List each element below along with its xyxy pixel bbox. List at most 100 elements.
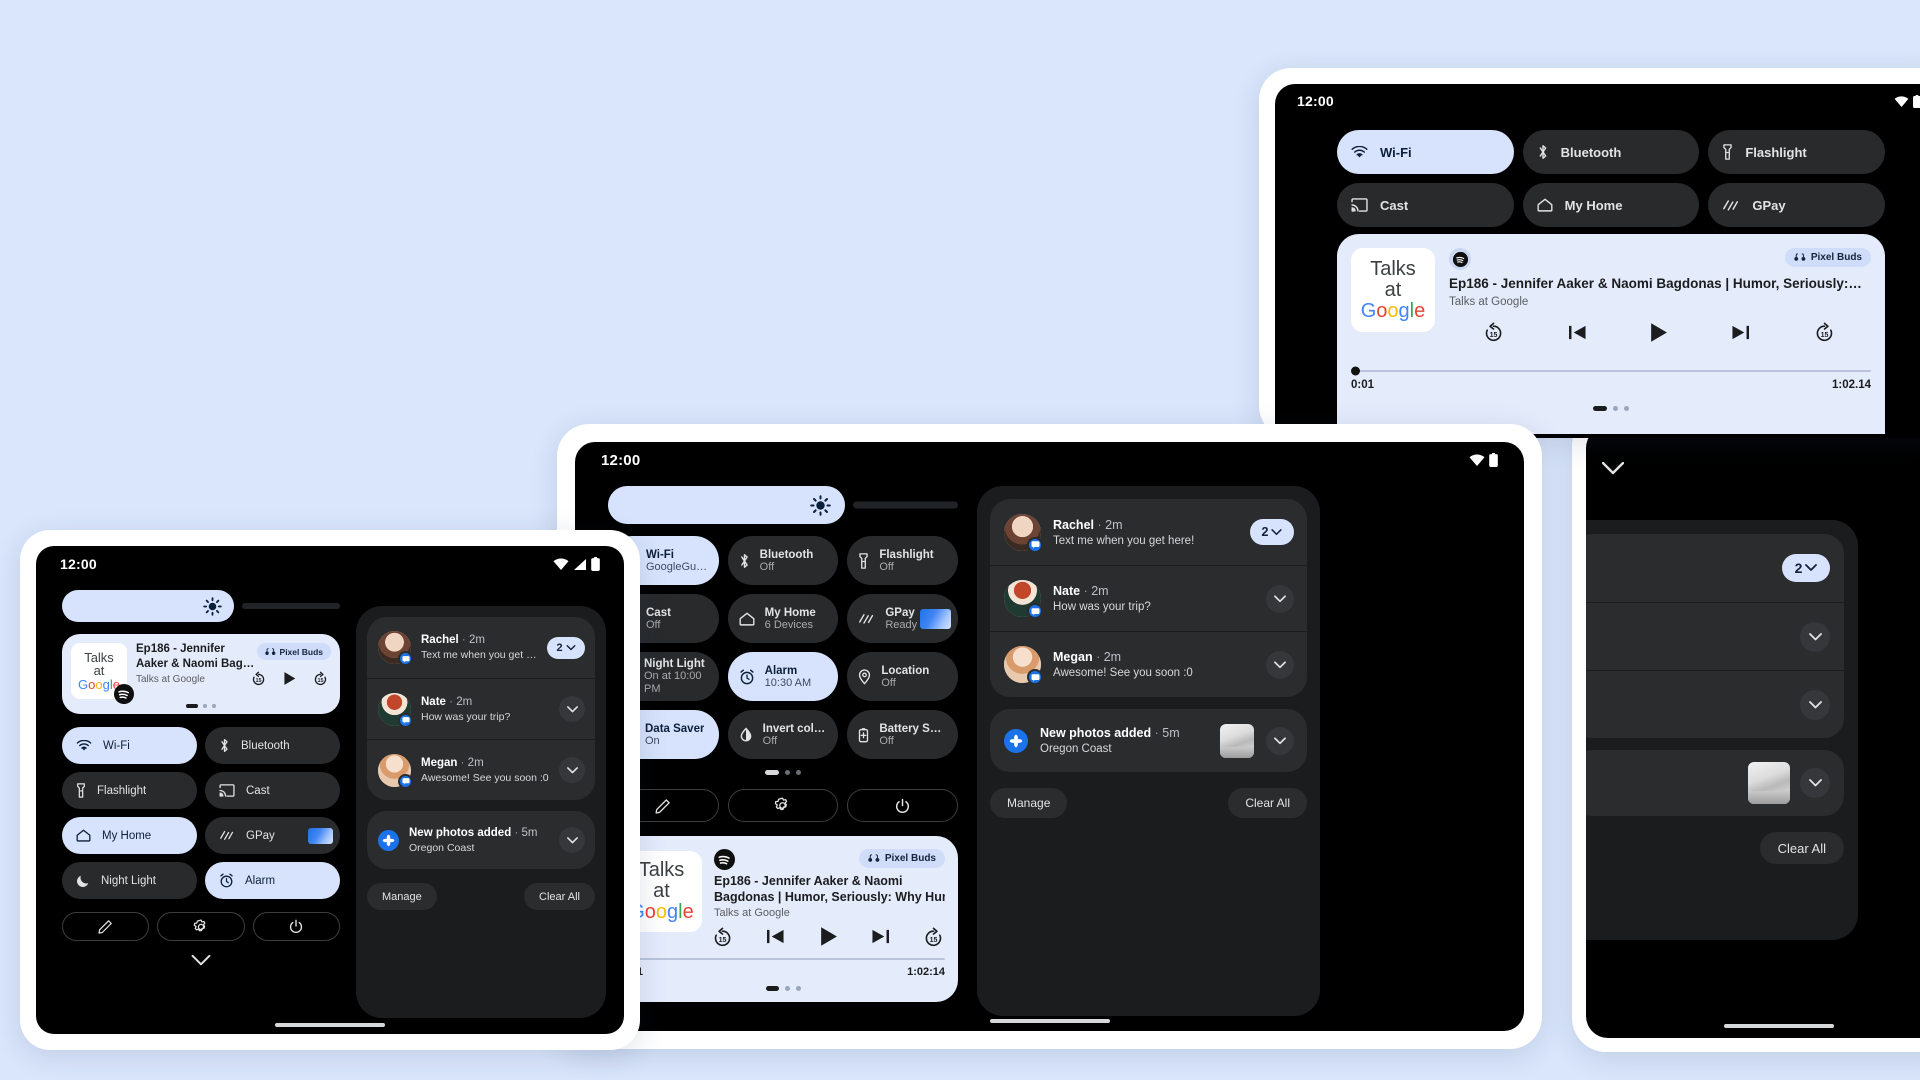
output-switcher-chip[interactable]: Pixel Buds — [1784, 248, 1871, 267]
page-dot-active[interactable] — [1593, 406, 1607, 411]
chevron-down-icon[interactable] — [559, 827, 585, 853]
page-dot-active[interactable] — [765, 770, 779, 775]
table-row[interactable]: Rachel · 2m Text me when you get here! 2 — [367, 617, 595, 678]
chevron-down-icon[interactable] — [559, 757, 585, 783]
tile-bluetooth[interactable]: Bluetooth — [1522, 130, 1700, 174]
tile-flashlight[interactable]: Flashlight Off — [847, 536, 958, 585]
tile-bluetooth[interactable]: Bluetooth — [205, 727, 340, 764]
settings-button[interactable] — [157, 912, 245, 941]
tile-cast[interactable]: Cast — [205, 772, 340, 809]
page-dot[interactable] — [212, 704, 216, 708]
tile-flashlight[interactable]: Flashlight — [62, 772, 197, 809]
tile-bluetooth[interactable]: Bluetooth Off — [727, 536, 839, 585]
tile-invert-colors[interactable]: Invert colors Off — [727, 710, 839, 759]
art-line-2: at — [1384, 278, 1402, 301]
play-button[interactable] — [1649, 322, 1668, 343]
chevron-down-icon[interactable] — [559, 696, 585, 722]
notification-text: Megan · 2m Awesome! See you soon :0 — [1053, 650, 1254, 679]
play-button[interactable] — [819, 926, 838, 947]
edit-tiles-button[interactable] — [62, 912, 150, 941]
replay-15-button[interactable]: 15 — [712, 927, 733, 947]
chevron-down-icon[interactable] — [1800, 621, 1830, 652]
clear-all-button[interactable]: Clear All — [1759, 832, 1844, 864]
table-row[interactable]: 2 — [1586, 534, 1844, 602]
tile-sub: Off — [879, 734, 894, 747]
manage-button[interactable]: Manage — [367, 883, 437, 910]
media-controls: 15 15 — [1449, 320, 1869, 344]
table-row[interactable]: Nate · 2m How was your trip? — [990, 565, 1307, 631]
tile-my-home[interactable]: My Home — [62, 817, 197, 854]
chevron-down-icon[interactable] — [1800, 689, 1830, 720]
seek-bar[interactable] — [621, 954, 945, 964]
tile-wifi[interactable]: Wi-Fi — [62, 727, 197, 764]
chevron-down-icon[interactable] — [1800, 768, 1830, 798]
page-dot[interactable] — [796, 770, 801, 775]
count-chip[interactable]: 2 — [547, 636, 585, 659]
photos-notification[interactable]: New photos added · 5m Oregon Coast — [367, 811, 595, 869]
output-switcher-chip[interactable]: Pixel Buds — [858, 849, 945, 868]
chevron-down-icon[interactable] — [1266, 726, 1294, 755]
count-chip[interactable]: 2 — [1250, 519, 1294, 545]
table-row[interactable]: Nate · 2m How was your trip? — [367, 678, 595, 739]
table-row[interactable] — [1586, 670, 1844, 738]
forward-15-button[interactable]: 15 — [313, 671, 328, 686]
output-switcher-chip[interactable]: Pixel Buds — [256, 643, 331, 660]
chevron-down-icon[interactable] — [1266, 650, 1294, 679]
clear-all-button[interactable]: Clear All — [1228, 788, 1307, 818]
notification-body: How was your trip? — [1053, 601, 1151, 613]
page-dot-active[interactable] — [765, 986, 779, 991]
tile-wifi[interactable]: Wi-Fi — [1337, 130, 1514, 174]
page-dot[interactable] — [1613, 406, 1618, 411]
tile-gpay[interactable]: GPay — [1708, 183, 1885, 227]
brightness-slider[interactable] — [62, 590, 234, 622]
previous-button[interactable] — [766, 928, 785, 945]
clear-all-button[interactable]: Clear All — [524, 883, 595, 910]
tile-location[interactable]: Location Off — [847, 652, 958, 701]
power-button[interactable] — [252, 912, 340, 941]
forward-15-button[interactable]: 15 — [923, 927, 944, 947]
settings-button[interactable] — [727, 789, 839, 822]
seek-knob[interactable] — [1351, 366, 1360, 376]
page-dot[interactable] — [785, 770, 790, 775]
table-row[interactable]: Megan · 2m Awesome! See you soon :0 — [367, 739, 595, 800]
tile-battery-saver[interactable]: Battery Saver Off — [847, 710, 958, 759]
page-dot-active[interactable] — [186, 704, 198, 708]
collapse-handle-dup[interactable] — [1596, 456, 1630, 480]
play-button[interactable] — [283, 671, 296, 686]
photos-notification[interactable]: New photos added · 5m Oregon Coast — [990, 709, 1307, 772]
seek-bar[interactable] — [1351, 366, 1871, 376]
table-row[interactable] — [1586, 602, 1844, 670]
brightness-track[interactable] — [853, 501, 958, 509]
tile-gpay[interactable]: GPay Ready — [847, 594, 958, 643]
page-dot[interactable] — [1624, 406, 1629, 411]
manage-button[interactable]: Manage — [990, 788, 1068, 818]
tile-my-home[interactable]: My Home — [1522, 183, 1700, 227]
chevron-down-icon[interactable] — [1266, 584, 1294, 613]
tile-my-home[interactable]: My Home 6 Devices — [727, 594, 839, 643]
photos-notification-dup[interactable] — [1586, 750, 1844, 816]
tile-label: My Home — [764, 606, 816, 619]
power-button[interactable] — [847, 789, 958, 822]
next-button[interactable] — [871, 928, 890, 945]
brightness-slider[interactable] — [608, 486, 845, 524]
tile-alarm[interactable]: Alarm — [205, 862, 340, 899]
tile-cast[interactable]: Cast — [1337, 183, 1514, 227]
page-dot[interactable] — [784, 986, 790, 991]
collapse-handle[interactable] — [62, 951, 340, 969]
table-row[interactable]: Megan · 2m Awesome! See you soon :0 — [990, 631, 1307, 697]
previous-button[interactable] — [1568, 324, 1587, 341]
replay-15-button[interactable]: 15 — [251, 671, 266, 686]
page-dot[interactable] — [795, 986, 801, 991]
photos-icon — [1004, 728, 1028, 753]
count-chip-dup[interactable]: 2 — [1782, 554, 1830, 582]
tile-flashlight[interactable]: Flashlight — [1708, 130, 1885, 174]
next-button[interactable] — [1731, 324, 1750, 341]
tile-alarm[interactable]: Alarm 10:30 AM — [727, 652, 839, 701]
brightness-track[interactable] — [242, 603, 340, 609]
tile-night-light[interactable]: Night Light — [62, 862, 197, 899]
table-row[interactable]: Rachel · 2m Text me when you get here! 2 — [990, 499, 1307, 565]
replay-15-button[interactable]: 15 — [1480, 320, 1506, 344]
page-dot[interactable] — [203, 704, 207, 708]
tile-gpay[interactable]: GPay — [205, 817, 340, 854]
forward-15-button[interactable]: 15 — [1812, 320, 1838, 344]
